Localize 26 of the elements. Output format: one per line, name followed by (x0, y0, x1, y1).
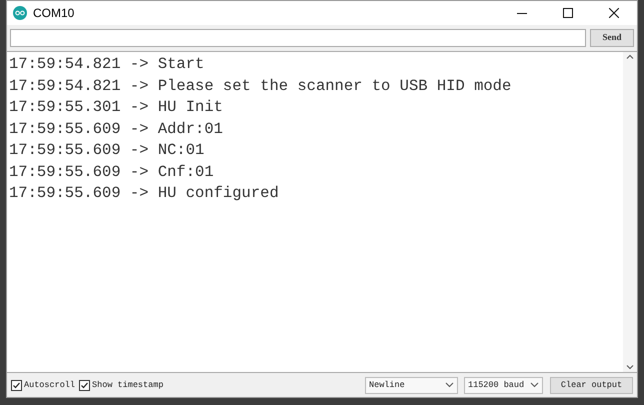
output-line: 17:59:55.609 -> HU configured (9, 183, 279, 204)
close-icon (609, 8, 619, 18)
output-line: 17:59:55.301 -> HU Init (9, 97, 223, 118)
minimize-icon (517, 12, 527, 14)
scroll-down-icon (626, 365, 634, 370)
clear-output-button[interactable]: Clear output (550, 376, 633, 394)
output-line: 17:59:55.609 -> Addr:01 (9, 118, 223, 140)
checkbox[interactable] (79, 380, 90, 390)
output-line: 17:59:55.609 -> Cnf:01 (9, 162, 214, 182)
app-logo-icon (13, 6, 27, 20)
checkbox-label: Show timestamp (92, 378, 164, 392)
send-button[interactable]: Send (590, 29, 634, 47)
output-line: 17:59:54.821 -> Start (9, 54, 204, 75)
baud-rate-dropdown[interactable]: 115200 baud (464, 376, 543, 394)
message-input-field[interactable] (10, 29, 586, 47)
scrollbar[interactable] (623, 52, 637, 372)
window-title: COM10 (33, 5, 74, 22)
checkbox[interactable] (11, 380, 22, 390)
line-ending-dropdown[interactable]: Newline (365, 376, 458, 394)
chevron-icon (530, 382, 539, 388)
output-line: 17:59:54.821 -> Please set the scanner to USB HID mode (9, 76, 512, 96)
maximize-icon (563, 8, 573, 18)
output-line: 17:59:55.609 -> NC:01 (9, 140, 204, 161)
chevron-icon (445, 382, 454, 388)
scroll-up-icon (626, 54, 634, 59)
checkbox-label: Autoscroll (24, 378, 76, 392)
